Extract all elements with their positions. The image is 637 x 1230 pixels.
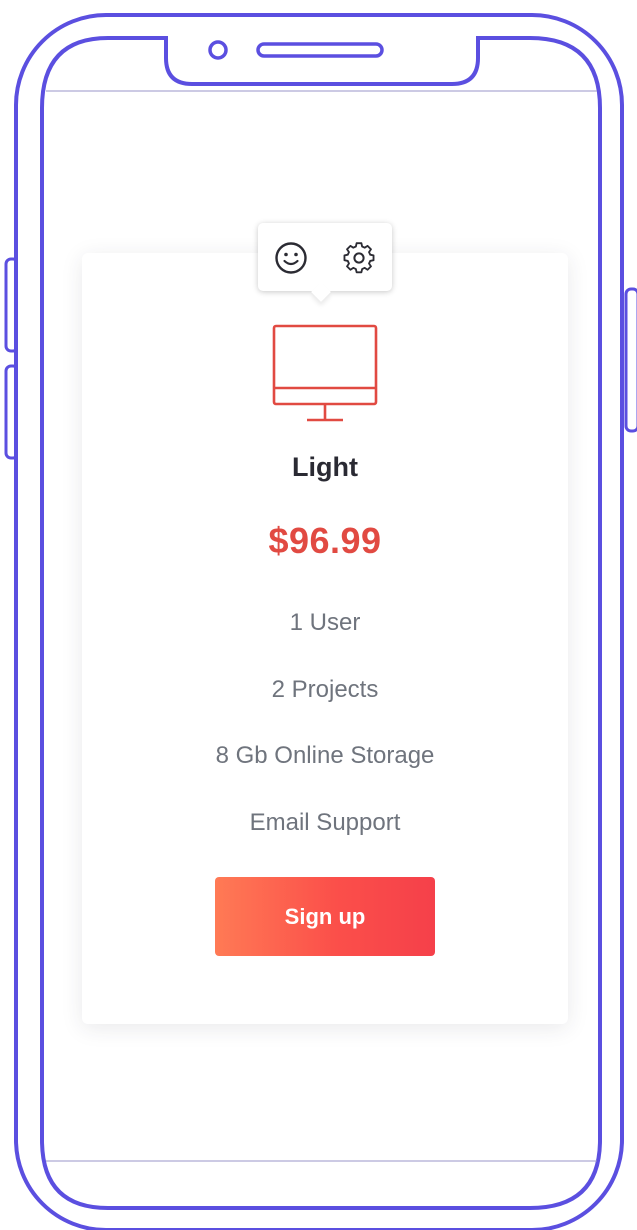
feature-item: 1 User bbox=[289, 609, 361, 636]
monitor-icon bbox=[272, 324, 378, 428]
sign-up-button[interactable]: Sign up bbox=[215, 877, 435, 956]
feature-item: Email Support bbox=[249, 809, 401, 836]
plan-name: Light bbox=[292, 452, 358, 482]
feature-item: 8 Gb Online Storage bbox=[215, 742, 435, 769]
plan-price: $96.99 bbox=[268, 520, 382, 561]
smile-icon[interactable] bbox=[273, 240, 309, 276]
feature-item: 2 Projects bbox=[271, 676, 379, 703]
phone-mockup: Light $96.99 1 User 2 Projects 8 Gb Onli… bbox=[0, 0, 637, 1230]
gear-icon[interactable] bbox=[341, 240, 377, 276]
power-button bbox=[624, 287, 637, 433]
